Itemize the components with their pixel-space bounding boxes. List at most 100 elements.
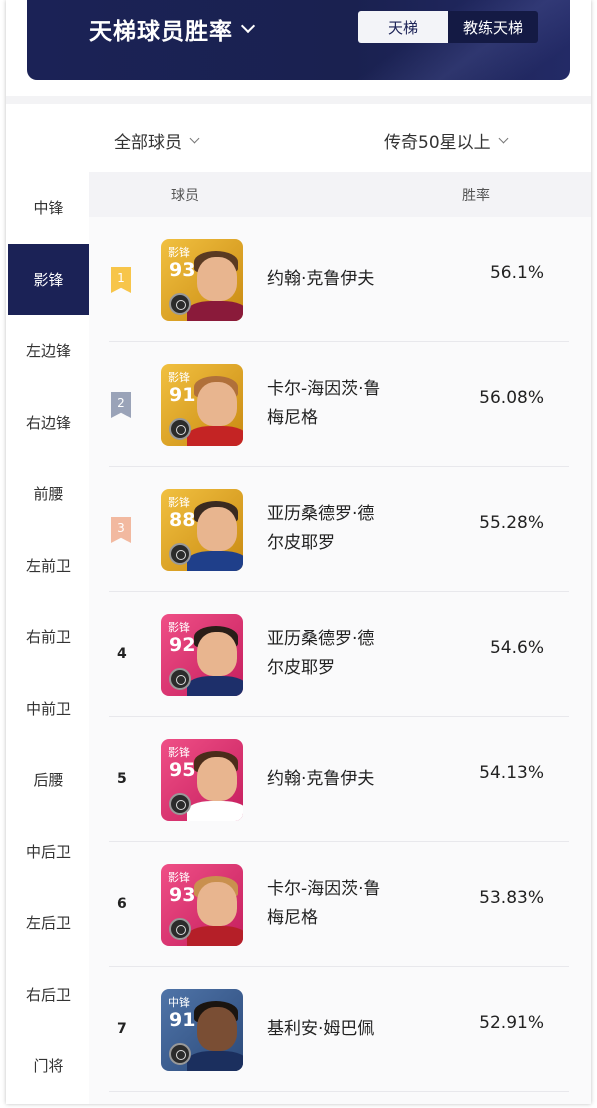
card-position: 影锋	[168, 246, 190, 259]
player-name-line2: 梅尼格	[267, 408, 318, 428]
table-row[interactable]: 3 影锋 88 亚历桑德罗·德 尔皮耶罗 55.28%	[109, 467, 569, 592]
player-card[interactable]: 中锋 91	[161, 989, 243, 1071]
player-filter-label: 全部球员	[114, 133, 182, 153]
player-face	[197, 1007, 237, 1051]
player-name-line2: 尔皮耶罗	[267, 533, 335, 553]
player-name-line2: 梅尼格	[267, 908, 318, 928]
player-name-line1: 卡尔-海因茨·鲁	[267, 879, 381, 899]
sidebar-item-lmf[interactable]: 左前卫	[8, 530, 89, 602]
sidebar-item-dmf[interactable]: 后腰	[8, 744, 89, 816]
chevron-down-icon	[189, 133, 200, 143]
card-rating: 92	[169, 634, 196, 656]
player-card[interactable]: 影锋 93	[161, 864, 243, 946]
player-face	[197, 632, 237, 676]
card-position: 中锋	[168, 996, 190, 1009]
player-filter-dropdown[interactable]: 全部球员	[114, 128, 200, 153]
card-rating: 91	[169, 384, 196, 406]
tab-ladder[interactable]: 天梯	[358, 11, 448, 43]
section-divider	[6, 96, 591, 104]
rank-number: 4	[117, 646, 127, 662]
player-face	[197, 882, 237, 926]
club-badge-icon	[169, 293, 191, 315]
card-position: 影锋	[168, 621, 190, 634]
card-position: 影锋	[168, 496, 190, 509]
table-row[interactable]: 4 影锋 92 亚历桑德罗·德 尔皮耶罗 54.6%	[109, 592, 569, 717]
sidebar-item-cmf[interactable]: 中前卫	[8, 673, 89, 745]
player-name: 基利安·姆巴佩	[267, 1015, 412, 1044]
sidebar-item-lwf[interactable]: 左边锋	[8, 315, 89, 387]
card-rating: 93	[169, 884, 196, 906]
player-name-line1: 亚历桑德罗·德	[267, 504, 375, 524]
club-badge-icon	[169, 418, 191, 440]
sidebar-item-gk[interactable]: 门将	[8, 1030, 89, 1102]
win-rate: 54.6%	[489, 638, 544, 658]
tier-filter-label: 传奇50星以上	[384, 133, 491, 153]
tier-filter-dropdown[interactable]: 传奇50星以上	[384, 128, 509, 153]
ranking-table: 球员 胜率 1 影锋 93 约翰·克鲁伊夫 56.1% 2 影锋 91 卡尔-海…	[89, 172, 591, 1104]
win-rate: 54.13%	[479, 763, 544, 783]
table-row[interactable]: 5 影锋 95 约翰·克鲁伊夫 54.13%	[109, 717, 569, 842]
rank-number: 5	[117, 771, 127, 787]
player-name-line1: 基利安·姆巴佩	[267, 1019, 375, 1039]
card-rating: 88	[169, 509, 196, 531]
player-name: 卡尔-海因茨·鲁 梅尼格	[267, 375, 412, 433]
player-card[interactable]: 影锋 91	[161, 364, 243, 446]
player-name-line2: 尔皮耶罗	[267, 658, 335, 678]
player-shirt	[187, 551, 243, 571]
sidebar-item-rb[interactable]: 右后卫	[8, 959, 89, 1031]
sidebar-item-cf[interactable]: 中锋	[8, 172, 89, 244]
tab-coach-ladder[interactable]: 教练天梯	[448, 11, 538, 43]
chevron-down-icon	[498, 133, 509, 143]
win-rate: 55.28%	[479, 513, 544, 533]
table-row[interactable]: 6 影锋 93 卡尔-海因茨·鲁 梅尼格 53.83%	[109, 842, 569, 967]
player-shirt	[187, 676, 243, 696]
player-name-line1: 亚历桑德罗·德	[267, 629, 375, 649]
chevron-down-icon	[240, 18, 256, 34]
rank-number: 7	[117, 1021, 127, 1037]
app-frame: 天梯球员胜率 天梯 教练天梯 全部球员 传奇50星以上 中锋 影锋 左边锋 右边…	[6, 0, 591, 1104]
filter-bar: 全部球员 传奇50星以上	[6, 104, 591, 172]
club-badge-icon	[169, 793, 191, 815]
card-position: 影锋	[168, 371, 190, 384]
player-face	[197, 757, 237, 801]
card-position: 影锋	[168, 746, 190, 759]
sidebar-item-lb[interactable]: 左后卫	[8, 887, 89, 959]
player-card[interactable]: 影锋 92	[161, 614, 243, 696]
card-rating: 95	[169, 759, 196, 781]
sidebar-item-amf[interactable]: 前腰	[8, 458, 89, 530]
sidebar-item-cb[interactable]: 中后卫	[8, 816, 89, 888]
player-name: 约翰·克鲁伊夫	[267, 765, 412, 794]
player-card[interactable]: 影锋 88	[161, 489, 243, 571]
header-area: 天梯球员胜率 天梯 教练天梯	[6, 0, 591, 96]
player-name-line1: 约翰·克鲁伊夫	[267, 769, 375, 789]
column-header-player: 球员	[171, 187, 199, 204]
club-badge-icon	[169, 918, 191, 940]
win-rate: 56.1%	[489, 263, 544, 283]
win-rate: 56.08%	[479, 388, 544, 408]
table-row[interactable]: 7 中锋 91 基利安·姆巴佩 52.91%	[109, 967, 569, 1092]
card-position: 影锋	[168, 871, 190, 884]
card-rating: 91	[169, 1009, 196, 1031]
player-shirt	[187, 301, 243, 321]
player-card[interactable]: 影锋 93	[161, 239, 243, 321]
player-shirt	[187, 1051, 243, 1071]
player-card[interactable]: 影锋 95	[161, 739, 243, 821]
header-banner: 天梯球员胜率 天梯 教练天梯	[27, 0, 570, 80]
position-sidebar: 中锋 影锋 左边锋 右边锋 前腰 左前卫 右前卫 中前卫 后腰 中后卫 左后卫 …	[8, 172, 89, 1104]
sidebar-item-rwf[interactable]: 右边锋	[8, 387, 89, 459]
page-title: 天梯球员胜率	[89, 19, 233, 45]
win-rate: 52.91%	[479, 1013, 544, 1033]
table-row[interactable]: 1 影锋 93 约翰·克鲁伊夫 56.1%	[109, 217, 569, 342]
player-name-line1: 约翰·克鲁伊夫	[267, 269, 375, 289]
rank-1-badge: 1	[111, 267, 131, 293]
win-rate: 53.83%	[479, 888, 544, 908]
table-header: 球员 胜率	[89, 172, 591, 217]
sidebar-item-rmf[interactable]: 右前卫	[8, 601, 89, 673]
club-badge-icon	[169, 1043, 191, 1065]
player-name: 卡尔-海因茨·鲁 梅尼格	[267, 875, 412, 933]
player-name-line1: 卡尔-海因茨·鲁	[267, 379, 381, 399]
table-row[interactable]: 2 影锋 91 卡尔-海因茨·鲁 梅尼格 56.08%	[109, 342, 569, 467]
page-title-dropdown[interactable]: 天梯球员胜率	[89, 12, 256, 46]
sidebar-item-ss[interactable]: 影锋	[8, 243, 89, 315]
player-shirt	[187, 801, 243, 821]
